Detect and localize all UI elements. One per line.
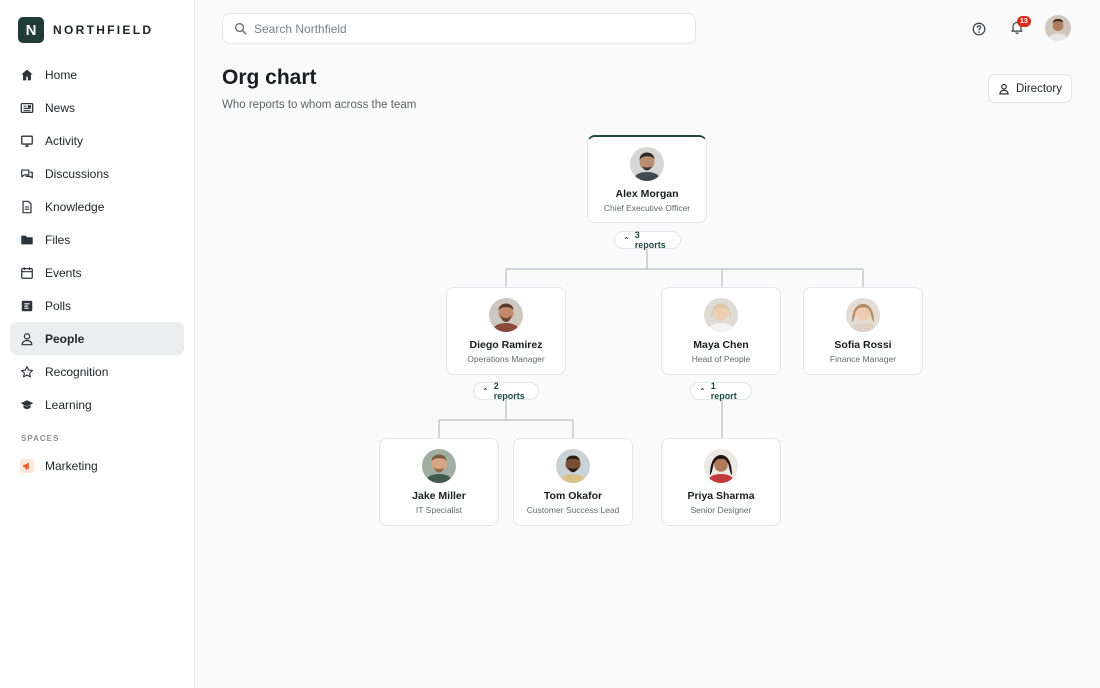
page-subtitle: Who reports to whom across the team (222, 99, 417, 111)
person-role: Head of People (691, 354, 751, 364)
calendar-icon (20, 266, 34, 280)
person-role: Chief Executive Officer (603, 203, 691, 213)
chat-bubbles-icon (20, 167, 34, 181)
avatar (489, 298, 523, 332)
directory-button-label: Directory (1015, 82, 1062, 95)
newspaper-icon (20, 101, 34, 115)
person-role: Senior Designer (690, 505, 752, 515)
brand-logo: N (18, 17, 44, 43)
avatar (704, 449, 738, 483)
folder-icon (20, 233, 34, 247)
sidebar-item-knowledge[interactable]: Knowledge (10, 190, 184, 223)
person-name: Diego Ramirez (469, 339, 543, 351)
directory-button[interactable]: Directory (988, 74, 1072, 103)
person-name: Maya Chen (693, 339, 749, 351)
sidebar-item-marketing[interactable]: Marketing (10, 449, 184, 482)
sidebar-item-events[interactable]: Events (10, 256, 184, 289)
search-icon (234, 22, 247, 35)
help-button[interactable] (970, 20, 987, 37)
person-role: IT Specialist (415, 505, 463, 515)
star-icon (20, 365, 34, 379)
person-name: Tom Okafor (543, 490, 603, 502)
org-card-sofia-rossi[interactable]: Sofia Rossi Finance Manager (803, 287, 923, 375)
chevron-up-icon: ⌃ (623, 235, 630, 245)
sidebar-item-label: Recognition (45, 364, 109, 379)
page-title: Org chart (222, 66, 317, 89)
person-icon (20, 332, 34, 346)
user-avatar[interactable] (1045, 15, 1071, 41)
notification-count-badge: 13 (1017, 16, 1031, 27)
sidebar-item-label: Knowledge (45, 199, 105, 214)
avatar (422, 449, 456, 483)
help-icon (972, 22, 985, 35)
sidebar-item-activity[interactable]: Activity (10, 124, 184, 157)
reports-count: 3 reports (634, 230, 666, 250)
person-icon (999, 83, 1009, 94)
reports-count: 2 reports (493, 381, 525, 401)
avatar (556, 449, 590, 483)
sidebar-item-label: Marketing (45, 458, 98, 473)
avatar (704, 298, 738, 332)
home-icon (20, 68, 34, 82)
sidebar-item-polls[interactable]: Polls (10, 289, 184, 322)
brand[interactable]: N NORTHFIELD (18, 17, 153, 43)
sidebar-item-files[interactable]: Files (10, 223, 184, 256)
org-card-tom-okafor[interactable]: Tom Okafor Customer Success Lead (513, 438, 633, 526)
person-role: Finance Manager (829, 354, 897, 364)
brand-name: NORTHFIELD (53, 23, 154, 37)
person-name: Jake Miller (412, 490, 466, 502)
person-name: Sofia Rossi (834, 339, 892, 351)
sidebar-item-label: Polls (45, 298, 72, 313)
spaces-section-label: SPACES (21, 434, 60, 443)
org-card-maya-chen[interactable]: Maya Chen Head of People (661, 287, 781, 375)
org-card-alex-morgan[interactable]: Alex Morgan Chief Executive Officer (587, 135, 707, 223)
toggle-reports-maya-chen[interactable]: ⌃ 1 report (690, 381, 752, 401)
org-card-jake-miller[interactable]: Jake Miller IT Specialist (379, 438, 499, 526)
poll-icon (20, 299, 34, 313)
person-name: Priya Sharma (687, 490, 755, 502)
org-card-priya-sharma[interactable]: Priya Sharma Senior Designer (661, 438, 781, 526)
sidebar-item-label: News (45, 100, 76, 115)
sidebar-item-label: Files (45, 232, 71, 247)
main-nav: Home News Activity Discussions Knowledge… (10, 58, 184, 421)
avatar (846, 298, 880, 332)
chevron-up-icon: ⌃ (482, 386, 489, 396)
sidebar-item-label: Activity (45, 133, 84, 148)
document-icon (20, 200, 34, 214)
sidebar-item-home[interactable]: Home (10, 58, 184, 91)
sidebar-item-label: Learning (45, 397, 92, 412)
sidebar-item-label: People (45, 331, 85, 346)
graduation-cap-icon (20, 398, 34, 412)
monitor-icon (20, 134, 34, 148)
megaphone-icon (20, 458, 34, 473)
person-role: Customer Success Lead (526, 505, 620, 515)
sidebar-item-people[interactable]: People (10, 322, 184, 355)
toggle-reports-alex-morgan[interactable]: ⌃ 3 reports (614, 230, 681, 250)
sidebar: N NORTHFIELD Home News Activity Discussi… (0, 0, 195, 688)
sidebar-item-label: Home (45, 67, 78, 82)
org-card-diego-ramirez[interactable]: Diego Ramirez Operations Manager (446, 287, 566, 375)
chevron-up-icon: ⌃ (699, 386, 706, 396)
search-bar[interactable] (222, 13, 696, 44)
sidebar-item-label: Events (45, 265, 82, 280)
sidebar-item-label: Discussions (45, 166, 110, 181)
sidebar-item-learning[interactable]: Learning (10, 388, 184, 421)
person-name: Alex Morgan (615, 188, 679, 200)
sidebar-item-discussions[interactable]: Discussions (10, 157, 184, 190)
reports-count: 1 report (710, 381, 737, 401)
sidebar-item-recognition[interactable]: Recognition (10, 355, 184, 388)
toggle-reports-diego-ramirez[interactable]: ⌃ 2 reports (473, 381, 539, 401)
person-role: Operations Manager (467, 354, 545, 364)
avatar (630, 147, 664, 181)
sidebar-item-news[interactable]: News (10, 91, 184, 124)
search-input[interactable] (254, 21, 674, 36)
